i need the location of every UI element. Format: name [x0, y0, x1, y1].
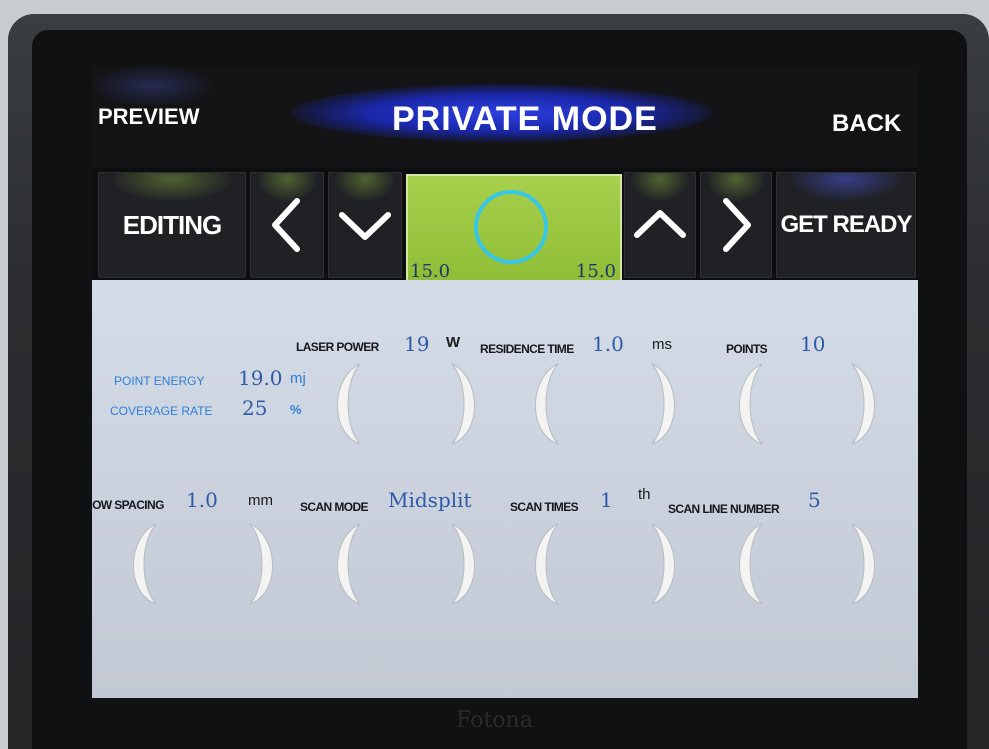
- scan-line-number-decrease-button[interactable]: [726, 522, 766, 606]
- points-increase-button[interactable]: [848, 362, 888, 446]
- row-spacing-increase-button[interactable]: [246, 522, 286, 606]
- residence-time-increase-button[interactable]: [648, 362, 688, 446]
- points-value: 10: [800, 332, 826, 356]
- coverage-rate-unit: %: [290, 402, 302, 417]
- residence-time-decrease-button[interactable]: [522, 362, 562, 446]
- coverage-rate-value: 25: [242, 396, 268, 420]
- residence-time-label: RESIDENCE TIME: [480, 342, 574, 356]
- scan-mode-increase-button[interactable]: [448, 522, 488, 606]
- scan-line-number-increase-button[interactable]: [848, 522, 888, 606]
- chevron-right-icon: [723, 198, 751, 252]
- point-energy-label: POINT ENERGY: [114, 374, 205, 388]
- editing-label: EDITING: [122, 209, 222, 240]
- toolbar: EDITING 15.0 15.0 GET READY: [92, 168, 918, 284]
- scan-times-increase-button[interactable]: [648, 522, 688, 606]
- residence-time-value: 1.0: [592, 332, 624, 356]
- chevron-down-icon: [339, 212, 391, 240]
- scan-mode-value: Midsplit: [388, 488, 472, 512]
- chevron-left-icon: [272, 198, 300, 252]
- preview-left-value: 15.0: [410, 261, 451, 282]
- get-ready-button[interactable]: GET READY: [776, 172, 916, 278]
- header-bar: PREVIEW PRIVATE MODE BACK: [92, 66, 918, 168]
- page-title: PRIVATE MODE: [392, 100, 658, 138]
- pattern-preview[interactable]: 15.0 15.0: [406, 174, 622, 284]
- header-glow-left: [92, 66, 212, 106]
- scan-times-label: SCAN TIMES: [510, 500, 579, 514]
- laser-power-increase-button[interactable]: [448, 362, 488, 446]
- scan-times-unit: th: [638, 486, 651, 503]
- device-brand: Fotona: [456, 708, 533, 733]
- get-ready-label: GET READY: [780, 211, 912, 238]
- preview-button[interactable]: PREVIEW: [98, 104, 199, 130]
- parameter-panel: POINT ENERGY 19.0 mj COVERAGE RATE 25 % …: [92, 280, 918, 698]
- scan-times-decrease-button[interactable]: [522, 522, 562, 606]
- preview-right-value: 15.0: [575, 261, 616, 282]
- row-spacing-decrease-button[interactable]: [120, 522, 160, 606]
- laser-power-label: LASER POWER: [296, 340, 379, 354]
- point-energy-unit: mj: [290, 370, 306, 387]
- scan-pattern-circle-icon: [474, 190, 548, 264]
- row-spacing-unit: mm: [248, 492, 273, 509]
- coverage-rate-label: COVERAGE RATE: [110, 404, 213, 418]
- laser-power-value: 19: [404, 332, 430, 356]
- points-decrease-button[interactable]: [726, 362, 766, 446]
- chevron-up-icon: [634, 210, 686, 238]
- scroll-down-button[interactable]: [328, 172, 402, 278]
- points-label: POINTS: [726, 342, 768, 356]
- row-spacing-value: 1.0: [186, 488, 218, 512]
- scan-times-value: 1: [600, 488, 613, 512]
- editing-button[interactable]: EDITING: [98, 172, 246, 278]
- scan-mode-label: SCAN MODE: [300, 500, 369, 514]
- prev-button[interactable]: [250, 172, 324, 278]
- scroll-up-button[interactable]: [624, 172, 696, 278]
- next-button[interactable]: [700, 172, 772, 278]
- point-energy-value: 19.0: [238, 366, 283, 390]
- residence-time-unit: ms: [652, 336, 672, 353]
- back-button[interactable]: BACK: [832, 110, 901, 138]
- scan-line-number-value: 5: [808, 488, 821, 512]
- laser-power-decrease-button[interactable]: [324, 362, 364, 446]
- touch-screen: PREVIEW PRIVATE MODE BACK EDITING 15.0 1…: [92, 66, 918, 698]
- row-spacing-label: ROW SPACING: [92, 498, 164, 512]
- laser-power-unit: W: [446, 334, 461, 351]
- scan-line-number-label: SCAN LINE NUMBER: [668, 502, 780, 516]
- scan-mode-decrease-button[interactable]: [324, 522, 364, 606]
